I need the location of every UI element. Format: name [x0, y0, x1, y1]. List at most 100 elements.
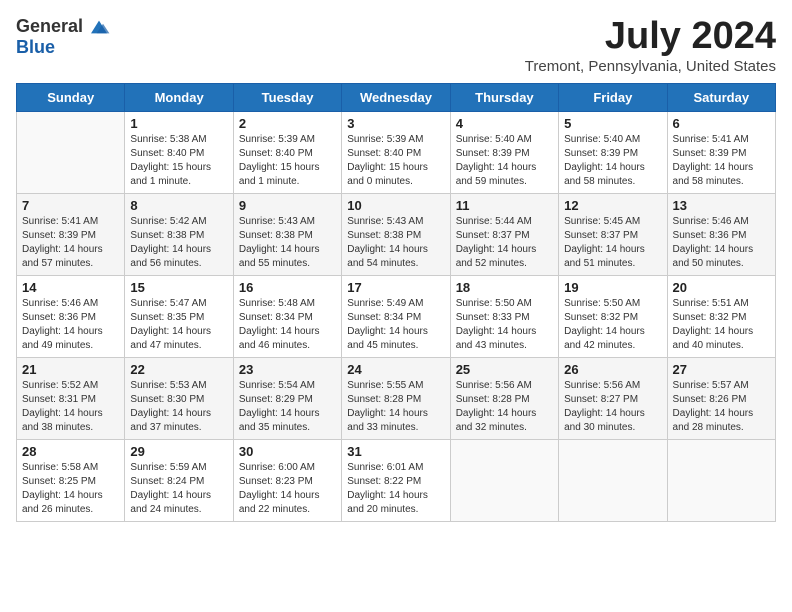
calendar-cell: 22 Sunrise: 5:53 AM Sunset: 8:30 PM Dayli… — [125, 357, 233, 439]
calendar-cell: 25 Sunrise: 5:56 AM Sunset: 8:28 PM Dayli… — [450, 357, 558, 439]
day-number: 3 — [347, 116, 444, 131]
calendar-cell: 2 Sunrise: 5:39 AM Sunset: 8:40 PM Daylig… — [233, 111, 341, 193]
day-number: 12 — [564, 198, 661, 213]
day-number: 4 — [456, 116, 553, 131]
day-info: Sunrise: 5:48 AM Sunset: 8:34 PM Dayligh… — [239, 297, 336, 353]
day-info: Sunrise: 5:50 AM Sunset: 8:32 PM Dayligh… — [564, 297, 661, 353]
day-number: 23 — [239, 362, 336, 377]
calendar-cell: 5Sunrise: 5:40 AM Sunset: 8:39 PM Daylig… — [559, 111, 667, 193]
calendar-cell: 24Sunrise: 5:55 AM Sunset: 8:28 PM Dayli… — [342, 357, 450, 439]
page-header: General Blue July 2024 Tremont, Pennsylv… — [16, 16, 776, 75]
day-info: Sunrise: 5:42 AM Sunset: 8:38 PM Dayligh… — [130, 215, 227, 271]
day-info: Sunrise: 5:50 AM Sunset: 8:33 PM Dayligh… — [456, 297, 553, 353]
day-of-week-saturday: Saturday — [667, 83, 775, 111]
calendar-header: SundayMondayTuesdayWednesdayThursdayFrid… — [17, 83, 776, 111]
day-info: Sunrise: 5:45 AM Sunset: 8:37 PM Dayligh… — [564, 215, 661, 271]
day-number: 2 — [239, 116, 336, 131]
day-number: 15 — [130, 280, 227, 295]
calendar-cell — [667, 439, 775, 521]
day-of-week-tuesday: Tuesday — [233, 83, 341, 111]
calendar-cell: 31 Sunrise: 6:01 AM Sunset: 8:22 PM Dayli… — [342, 439, 450, 521]
day-info: Sunrise: 5:41 AM Sunset: 8:39 PM Dayligh… — [673, 133, 770, 189]
day-info: Sunrise: 5:56 AM Sunset: 8:27 PM Dayligh… — [564, 379, 661, 435]
day-of-week-thursday: Thursday — [450, 83, 558, 111]
day-info: Sunrise: 5:43 AM Sunset: 8:38 PM Dayligh… — [239, 215, 336, 271]
calendar-cell: 7Sunrise: 5:41 AM Sunset: 8:39 PM Daylig… — [17, 193, 125, 275]
calendar-table: SundayMondayTuesdayWednesdayThursdayFrid… — [16, 83, 776, 522]
day-info: Sunrise: 5:56 AM Sunset: 8:28 PM Dayligh… — [456, 379, 553, 435]
day-number: 1 — [130, 116, 227, 131]
day-info: Sunrise: 5:38 AM Sunset: 8:40 PM Dayligh… — [130, 133, 227, 189]
calendar-cell: 4 Sunrise: 5:40 AM Sunset: 8:39 PM Daylig… — [450, 111, 558, 193]
calendar-cell: 19 Sunrise: 5:50 AM Sunset: 8:32 PM Dayli… — [559, 275, 667, 357]
day-number: 8 — [130, 198, 227, 213]
calendar-cell: 16 Sunrise: 5:48 AM Sunset: 8:34 PM Dayli… — [233, 275, 341, 357]
calendar-cell — [450, 439, 558, 521]
calendar-cell: 9 Sunrise: 5:43 AM Sunset: 8:38 PM Daylig… — [233, 193, 341, 275]
calendar-cell: 20Sunrise: 5:51 AM Sunset: 8:32 PM Dayli… — [667, 275, 775, 357]
day-info: Sunrise: 5:43 AM Sunset: 8:38 PM Dayligh… — [347, 215, 444, 271]
logo-general-text: General — [16, 16, 83, 37]
day-number: 11 — [456, 198, 553, 213]
logo: General Blue — [16, 16, 111, 58]
day-number: 13 — [673, 198, 770, 213]
calendar-cell: 17Sunrise: 5:49 AM Sunset: 8:34 PM Dayli… — [342, 275, 450, 357]
day-info: Sunrise: 5:39 AM Sunset: 8:40 PM Dayligh… — [347, 133, 444, 189]
day-of-week-monday: Monday — [125, 83, 233, 111]
calendar-cell: 26 Sunrise: 5:56 AM Sunset: 8:27 PM Dayli… — [559, 357, 667, 439]
calendar-body: 1 Sunrise: 5:38 AM Sunset: 8:40 PM Daylig… — [17, 111, 776, 521]
day-info: Sunrise: 6:00 AM Sunset: 8:23 PM Dayligh… — [239, 461, 336, 517]
day-number: 21 — [22, 362, 119, 377]
calendar-week-3: 14 Sunrise: 5:46 AM Sunset: 8:36 PM Dayli… — [17, 275, 776, 357]
day-info: Sunrise: 5:52 AM Sunset: 8:31 PM Dayligh… — [22, 379, 119, 435]
day-number: 18 — [456, 280, 553, 295]
day-info: Sunrise: 5:51 AM Sunset: 8:32 PM Dayligh… — [673, 297, 770, 353]
day-number: 16 — [239, 280, 336, 295]
day-info: Sunrise: 5:41 AM Sunset: 8:39 PM Dayligh… — [22, 215, 119, 271]
calendar-cell: 13Sunrise: 5:46 AM Sunset: 8:36 PM Dayli… — [667, 193, 775, 275]
calendar-cell: 29 Sunrise: 5:59 AM Sunset: 8:24 PM Dayli… — [125, 439, 233, 521]
day-number: 24 — [347, 362, 444, 377]
day-info: Sunrise: 5:39 AM Sunset: 8:40 PM Dayligh… — [239, 133, 336, 189]
day-number: 29 — [130, 444, 227, 459]
calendar-week-4: 21 Sunrise: 5:52 AM Sunset: 8:31 PM Dayli… — [17, 357, 776, 439]
calendar-cell: 6 Sunrise: 5:41 AM Sunset: 8:39 PM Daylig… — [667, 111, 775, 193]
day-number: 31 — [347, 444, 444, 459]
calendar-cell: 15Sunrise: 5:47 AM Sunset: 8:35 PM Dayli… — [125, 275, 233, 357]
day-of-week-friday: Friday — [559, 83, 667, 111]
logo-blue-text: Blue — [16, 37, 55, 58]
day-info: Sunrise: 5:40 AM Sunset: 8:39 PM Dayligh… — [564, 133, 661, 189]
calendar-week-2: 7Sunrise: 5:41 AM Sunset: 8:39 PM Daylig… — [17, 193, 776, 275]
day-info: Sunrise: 5:53 AM Sunset: 8:30 PM Dayligh… — [130, 379, 227, 435]
calendar-cell — [559, 439, 667, 521]
day-of-week-sunday: Sunday — [17, 83, 125, 111]
calendar-cell: 12 Sunrise: 5:45 AM Sunset: 8:37 PM Dayli… — [559, 193, 667, 275]
day-info: Sunrise: 5:46 AM Sunset: 8:36 PM Dayligh… — [22, 297, 119, 353]
day-number: 26 — [564, 362, 661, 377]
day-number: 6 — [673, 116, 770, 131]
day-number: 22 — [130, 362, 227, 377]
day-number: 27 — [673, 362, 770, 377]
day-number: 14 — [22, 280, 119, 295]
days-of-week-row: SundayMondayTuesdayWednesdayThursdayFrid… — [17, 83, 776, 111]
day-info: Sunrise: 5:44 AM Sunset: 8:37 PM Dayligh… — [456, 215, 553, 271]
calendar-cell — [17, 111, 125, 193]
day-info: Sunrise: 5:40 AM Sunset: 8:39 PM Dayligh… — [456, 133, 553, 189]
day-info: Sunrise: 5:57 AM Sunset: 8:26 PM Dayligh… — [673, 379, 770, 435]
calendar-cell: 27 Sunrise: 5:57 AM Sunset: 8:26 PM Dayli… — [667, 357, 775, 439]
calendar-cell: 23 Sunrise: 5:54 AM Sunset: 8:29 PM Dayli… — [233, 357, 341, 439]
day-number: 19 — [564, 280, 661, 295]
month-title: July 2024 — [525, 16, 776, 58]
day-number: 17 — [347, 280, 444, 295]
day-info: Sunrise: 5:59 AM Sunset: 8:24 PM Dayligh… — [130, 461, 227, 517]
day-info: Sunrise: 5:58 AM Sunset: 8:25 PM Dayligh… — [22, 461, 119, 517]
day-info: Sunrise: 5:54 AM Sunset: 8:29 PM Dayligh… — [239, 379, 336, 435]
day-number: 25 — [456, 362, 553, 377]
day-number: 9 — [239, 198, 336, 213]
calendar-week-1: 1 Sunrise: 5:38 AM Sunset: 8:40 PM Daylig… — [17, 111, 776, 193]
calendar-cell: 8 Sunrise: 5:42 AM Sunset: 8:38 PM Daylig… — [125, 193, 233, 275]
day-number: 30 — [239, 444, 336, 459]
calendar-cell: 3 Sunrise: 5:39 AM Sunset: 8:40 PM Daylig… — [342, 111, 450, 193]
day-info: Sunrise: 6:01 AM Sunset: 8:22 PM Dayligh… — [347, 461, 444, 517]
calendar-week-5: 28Sunrise: 5:58 AM Sunset: 8:25 PM Dayli… — [17, 439, 776, 521]
